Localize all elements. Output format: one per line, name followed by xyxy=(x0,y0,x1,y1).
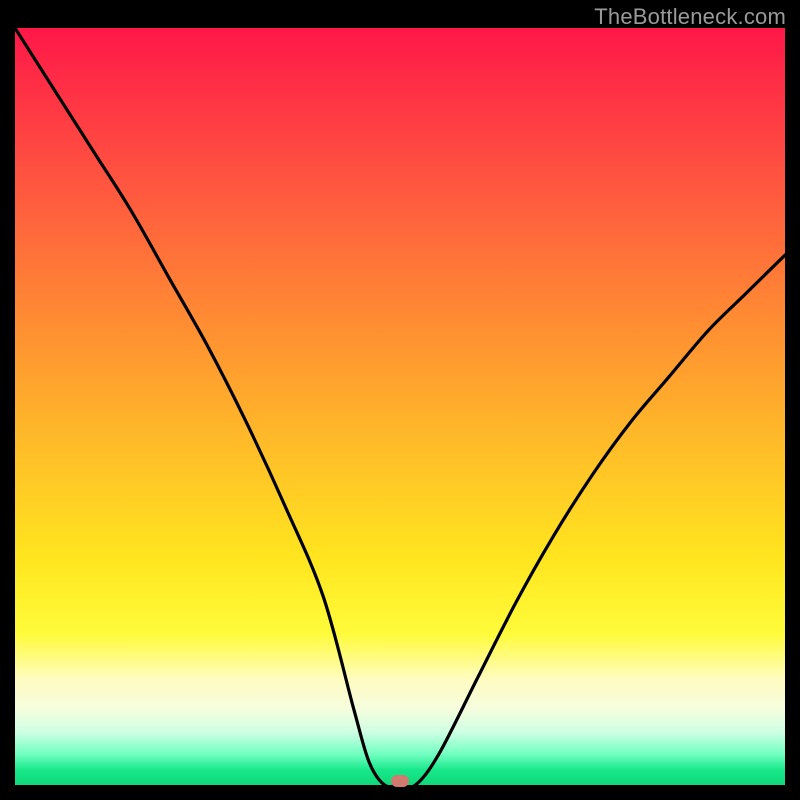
bottleneck-curve xyxy=(15,28,785,785)
bottleneck-marker xyxy=(391,775,409,787)
plot-area xyxy=(15,28,785,785)
chart-frame: TheBottleneck.com xyxy=(0,0,800,800)
watermark-text: TheBottleneck.com xyxy=(594,4,786,30)
